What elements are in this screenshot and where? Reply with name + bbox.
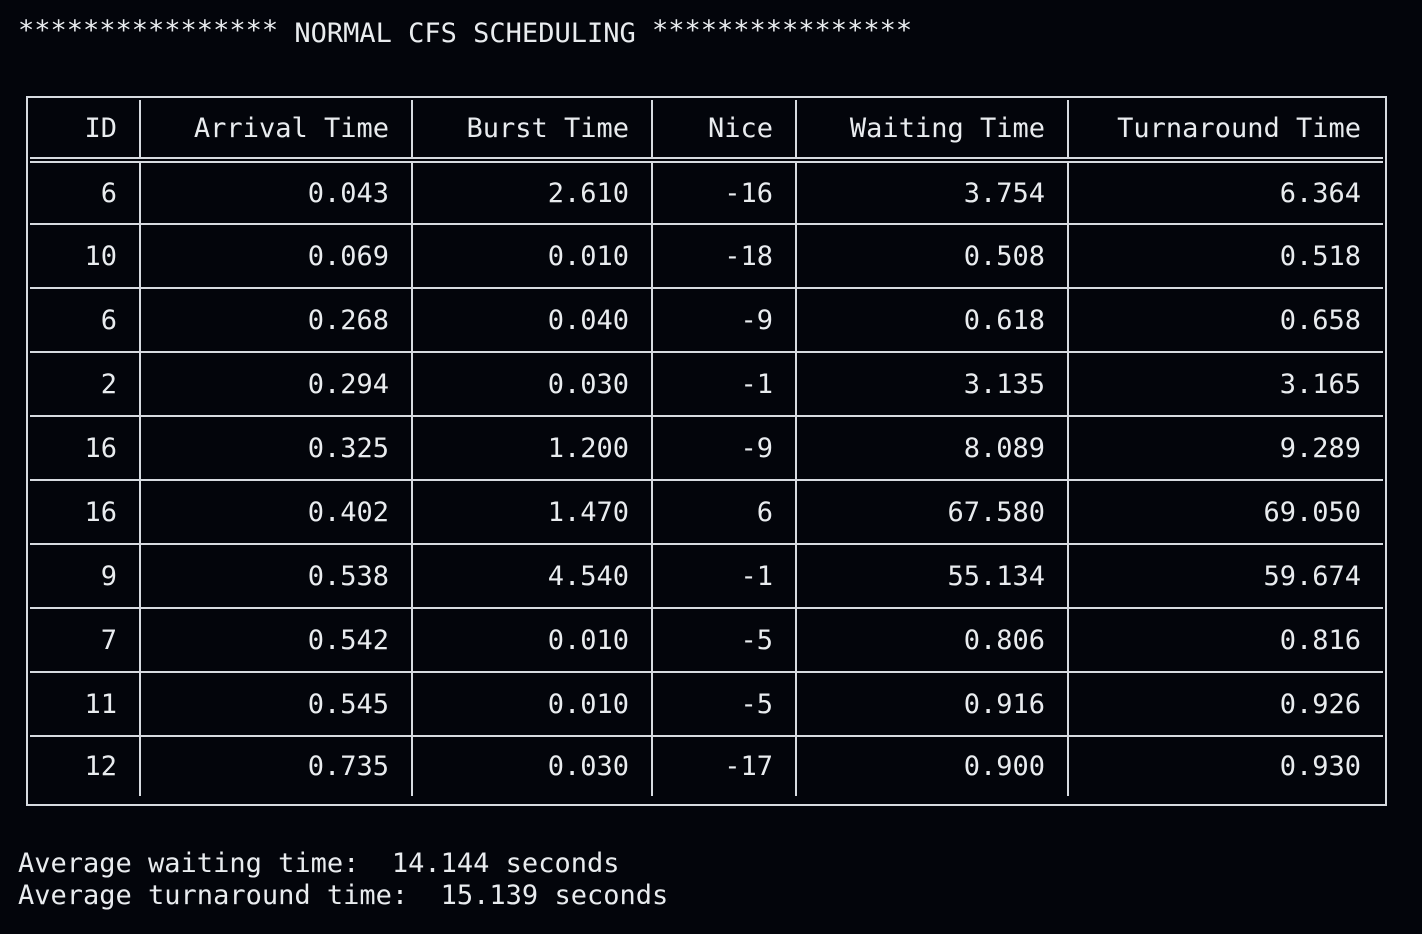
cell-nice: -18 (651, 223, 797, 289)
table-row: 16 0.402 1.470 6 67.580 69.050 (30, 479, 1383, 545)
column-header-id: ID (30, 100, 141, 163)
cell-waiting-time: 67.580 (795, 479, 1069, 545)
table-row: 9 0.538 4.540 -1 55.134 59.674 (30, 543, 1383, 609)
cell-arrival-time: 0.542 (139, 607, 413, 673)
cell-turnaround-time: 9.289 (1067, 415, 1383, 481)
table-row: 10 0.069 0.010 -18 0.508 0.518 (30, 223, 1383, 289)
cell-arrival-time: 0.294 (139, 351, 413, 417)
cell-id: 6 (30, 287, 141, 353)
table-row: 11 0.545 0.010 -5 0.916 0.926 (30, 671, 1383, 737)
title-stars-left: **************** (18, 15, 279, 46)
average-waiting-label: Average waiting time: (18, 848, 360, 879)
column-header-turnaround-time: Turnaround Time (1067, 100, 1383, 163)
cell-waiting-time: 3.135 (795, 351, 1069, 417)
average-waiting-line: Average waiting time: 14.144 seconds (18, 848, 668, 880)
cell-turnaround-time: 0.816 (1067, 607, 1383, 673)
average-turnaround-label: Average turnaround time: (18, 880, 409, 911)
cell-nice: 6 (651, 479, 797, 545)
cell-burst-time: 1.200 (411, 415, 653, 481)
cell-waiting-time: 0.916 (795, 671, 1069, 737)
cell-burst-time: 2.610 (411, 159, 653, 225)
cell-turnaround-time: 6.364 (1067, 159, 1383, 225)
cell-id: 7 (30, 607, 141, 673)
cell-burst-time: 0.040 (411, 287, 653, 353)
cell-id: 10 (30, 223, 141, 289)
title-text: NORMAL CFS SCHEDULING (294, 18, 636, 49)
cell-arrival-time: 0.545 (139, 671, 413, 737)
cell-burst-time: 0.010 (411, 671, 653, 737)
cell-turnaround-time: 0.930 (1067, 735, 1383, 796)
cell-arrival-time: 0.735 (139, 735, 413, 796)
cell-nice: -5 (651, 671, 797, 737)
cell-nice: -17 (651, 735, 797, 796)
cell-arrival-time: 0.043 (139, 159, 413, 225)
cell-burst-time: 0.030 (411, 351, 653, 417)
column-header-arrival-time: Arrival Time (139, 100, 413, 163)
cell-waiting-time: 0.508 (795, 223, 1069, 289)
cell-waiting-time: 0.618 (795, 287, 1069, 353)
cell-id: 6 (30, 159, 141, 225)
cell-id: 16 (30, 479, 141, 545)
cell-nice: -9 (651, 287, 797, 353)
cell-arrival-time: 0.325 (139, 415, 413, 481)
cell-waiting-time: 0.806 (795, 607, 1069, 673)
cell-id: 9 (30, 543, 141, 609)
average-waiting-value: 14.144 seconds (391, 848, 620, 879)
cell-turnaround-time: 3.165 (1067, 351, 1383, 417)
cell-arrival-time: 0.069 (139, 223, 413, 289)
scheduling-title: **************** NORMAL CFS SCHEDULING *… (18, 14, 912, 54)
cell-id: 12 (30, 735, 141, 796)
process-table-frame: ID Arrival Time Burst Time Nice Waiting … (26, 96, 1387, 806)
cell-waiting-time: 8.089 (795, 415, 1069, 481)
table-row: 7 0.542 0.010 -5 0.806 0.816 (30, 607, 1383, 673)
cell-waiting-time: 55.134 (795, 543, 1069, 609)
cell-id: 2 (30, 351, 141, 417)
cell-burst-time: 0.010 (411, 607, 653, 673)
column-header-nice: Nice (651, 100, 797, 163)
table-row: 6 0.043 2.610 -16 3.754 6.364 (30, 159, 1383, 225)
process-table: ID Arrival Time Burst Time Nice Waiting … (30, 100, 1383, 796)
cell-turnaround-time: 0.658 (1067, 287, 1383, 353)
cell-burst-time: 0.030 (411, 735, 653, 796)
table-row: 2 0.294 0.030 -1 3.135 3.165 (30, 351, 1383, 417)
cell-turnaround-time: 0.518 (1067, 223, 1383, 289)
cell-id: 16 (30, 415, 141, 481)
column-header-waiting-time: Waiting Time (795, 100, 1069, 163)
cell-arrival-time: 0.538 (139, 543, 413, 609)
cell-turnaround-time: 69.050 (1067, 479, 1383, 545)
cell-nice: -16 (651, 159, 797, 225)
cell-arrival-time: 0.402 (139, 479, 413, 545)
table-header-row: ID Arrival Time Burst Time Nice Waiting … (30, 100, 1383, 163)
table-row: 6 0.268 0.040 -9 0.618 0.658 (30, 287, 1383, 353)
cell-id: 11 (30, 671, 141, 737)
summary-block: Average waiting time: 14.144 seconds Aver… (18, 848, 668, 912)
table-row: 16 0.325 1.200 -9 8.089 9.289 (30, 415, 1383, 481)
cell-waiting-time: 0.900 (795, 735, 1069, 796)
average-turnaround-value: 15.139 seconds (440, 880, 669, 911)
column-header-burst-time: Burst Time (411, 100, 653, 163)
cell-waiting-time: 3.754 (795, 159, 1069, 225)
cell-nice: -1 (651, 543, 797, 609)
cell-burst-time: 4.540 (411, 543, 653, 609)
cell-burst-time: 1.470 (411, 479, 653, 545)
cell-turnaround-time: 0.926 (1067, 671, 1383, 737)
cell-arrival-time: 0.268 (139, 287, 413, 353)
cell-nice: -1 (651, 351, 797, 417)
table-row: 12 0.735 0.030 -17 0.900 0.930 (30, 735, 1383, 796)
cell-turnaround-time: 59.674 (1067, 543, 1383, 609)
average-turnaround-line: Average turnaround time: 15.139 seconds (18, 880, 668, 912)
title-stars-right: **************** (652, 15, 913, 46)
cell-nice: -9 (651, 415, 797, 481)
cell-nice: -5 (651, 607, 797, 673)
cell-burst-time: 0.010 (411, 223, 653, 289)
